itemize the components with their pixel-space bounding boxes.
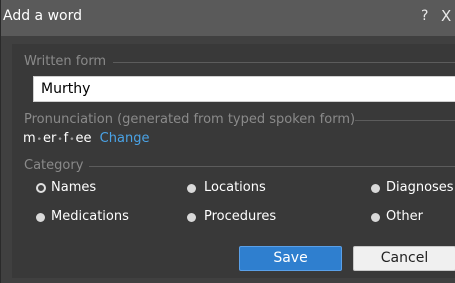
category-legend: Category [24, 158, 84, 173]
close-icon[interactable]: X [441, 7, 451, 25]
syllable: ee [75, 131, 92, 146]
title-bar: Add a word ? X [1, 0, 455, 36]
help-icon[interactable]: ? [421, 8, 428, 24]
radio-icon[interactable] [36, 213, 45, 222]
pronunciation-legend: Pronunciation (generated from typed spok… [24, 112, 356, 127]
category-divider [89, 166, 455, 167]
radio-icon[interactable] [187, 184, 196, 193]
save-button[interactable]: Save [239, 246, 342, 271]
syllable-separator-icon: • [57, 135, 63, 145]
written-form-input[interactable]: Murthy [33, 76, 455, 102]
syllable: er [42, 131, 57, 146]
radio-icon[interactable] [187, 213, 196, 222]
written-form-legend: Written form [24, 54, 107, 69]
syllable-separator-icon: • [69, 135, 75, 145]
category-label: Diagnoses [386, 180, 454, 195]
radio-icon[interactable] [371, 184, 380, 193]
change-pronunciation-link[interactable]: Change [100, 131, 150, 146]
written-form-divider [113, 62, 455, 63]
radio-icon[interactable] [371, 213, 380, 222]
syllable: m [23, 131, 36, 146]
category-label: Procedures [204, 209, 277, 224]
written-form-value: Murthy [41, 81, 91, 97]
category-label: Other [386, 209, 423, 224]
category-label: Medications [51, 209, 129, 224]
dialog-title: Add a word [3, 8, 82, 24]
syllable-separator-icon: • [36, 135, 42, 145]
category-label: Locations [204, 180, 266, 195]
add-word-dialog: Add a word ? X Written form Murthy Pronu… [0, 0, 455, 283]
pronunciation-row: m•er•f•ee Change [23, 131, 149, 146]
radio-selected-icon[interactable] [36, 183, 46, 193]
pronunciation-divider [355, 120, 455, 121]
cancel-button[interactable]: Cancel [353, 246, 455, 271]
category-label: Names [51, 180, 97, 195]
